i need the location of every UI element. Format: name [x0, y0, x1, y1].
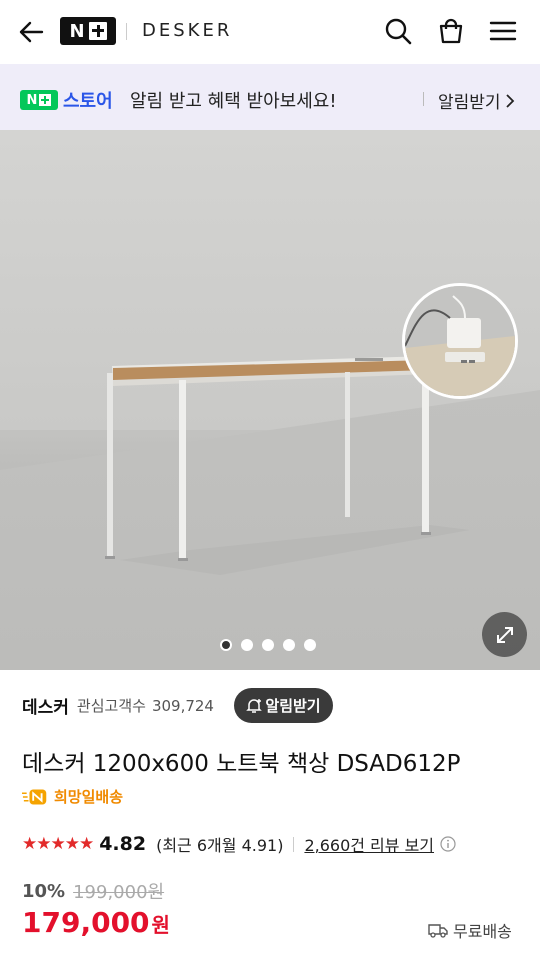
free-shipping-info: 무료배송 — [428, 918, 512, 942]
store-name[interactable]: 데스커 — [22, 693, 69, 718]
info-icon[interactable] — [440, 836, 456, 852]
back-arrow-icon — [19, 21, 44, 43]
gallery-pagination — [220, 639, 316, 651]
promo-text: 알림 받고 혜택 받아보세요! — [130, 91, 337, 112]
interest-label: 관심고객수 — [76, 697, 146, 715]
product-image-gallery[interactable] — [0, 130, 540, 670]
rating-score: 4.82 — [99, 833, 147, 855]
promo-divider — [423, 92, 424, 106]
brand-name[interactable]: DESKER — [142, 20, 232, 41]
sale-price: 179,000 원 — [22, 906, 170, 939]
store-alarm-button[interactable]: 알림받기 — [234, 688, 333, 723]
plus-icon — [39, 94, 52, 106]
cart-icon — [439, 18, 463, 44]
top-header: N DESKER — [0, 0, 540, 64]
expand-image-button[interactable] — [482, 612, 527, 657]
recent-rating: (최근 6개월 4.91) — [156, 836, 284, 855]
n-delivery-icon — [22, 789, 47, 804]
gallery-dot-4[interactable] — [283, 639, 295, 651]
promo-alarm-link[interactable]: 알림받기 — [438, 88, 515, 113]
naver-plus-store-logo: N 스토어 — [20, 87, 113, 113]
truck-icon — [428, 924, 448, 938]
currency-unit: 원 — [151, 913, 170, 937]
gallery-dot-2[interactable] — [241, 639, 253, 651]
cart-button[interactable] — [434, 14, 468, 48]
discount-row: 10% 199,000원 — [22, 878, 164, 904]
expand-icon — [496, 626, 513, 643]
naver-plus-badge: N — [20, 90, 58, 110]
store-label: 스토어 — [63, 91, 113, 112]
naver-plus-logo-letter: N — [69, 20, 85, 42]
menu-button[interactable] — [486, 14, 520, 48]
bell-plus-icon — [246, 698, 263, 713]
detail-image-thumbnail[interactable] — [402, 283, 518, 399]
charger-detail-image — [405, 286, 515, 396]
back-button[interactable] — [14, 15, 48, 49]
rating-divider — [293, 836, 295, 852]
sale-price-value: 179,000 — [22, 906, 150, 939]
gallery-dot-1[interactable] — [220, 639, 232, 651]
header-divider — [126, 23, 127, 40]
discount-rate: 10% — [22, 880, 66, 902]
naver-plus-logo[interactable]: N — [60, 17, 116, 45]
delivery-badge[interactable]: 희망일배송 — [22, 786, 123, 807]
store-alarm-label: 알림받기 — [265, 697, 321, 715]
chevron-right-icon — [505, 93, 514, 108]
plus-icon — [88, 22, 107, 40]
naver-plus-badge-letter: N — [26, 92, 38, 108]
search-icon — [385, 18, 412, 45]
original-price: 199,000원 — [73, 882, 165, 903]
rating-row: ★★★★★ 4.82 (최근 6개월 4.91) 2,660건 리뷰 보기 — [22, 832, 456, 856]
interest-count: 309,724 — [151, 696, 214, 715]
search-button[interactable] — [381, 14, 415, 48]
gallery-dot-3[interactable] — [262, 639, 274, 651]
product-image-desk — [0, 130, 540, 670]
store-info: 데스커 관심고객수 309,724 — [22, 693, 214, 719]
free-shipping-label: 무료배송 — [453, 922, 512, 941]
menu-icon — [489, 21, 517, 41]
product-title: 데스커 1200x600 노트북 책상 DSAD612P — [22, 751, 461, 777]
store-alarm-banner[interactable]: N 스토어 알림 받고 혜택 받아보세요! 알림받기 — [0, 64, 540, 130]
star-rating: ★★★★★ — [22, 834, 94, 854]
review-link[interactable]: 2,660건 리뷰 보기 — [304, 832, 434, 856]
promo-alarm-label: 알림받기 — [438, 93, 501, 113]
delivery-label: 희망일배송 — [54, 788, 124, 806]
gallery-dot-5[interactable] — [304, 639, 316, 651]
